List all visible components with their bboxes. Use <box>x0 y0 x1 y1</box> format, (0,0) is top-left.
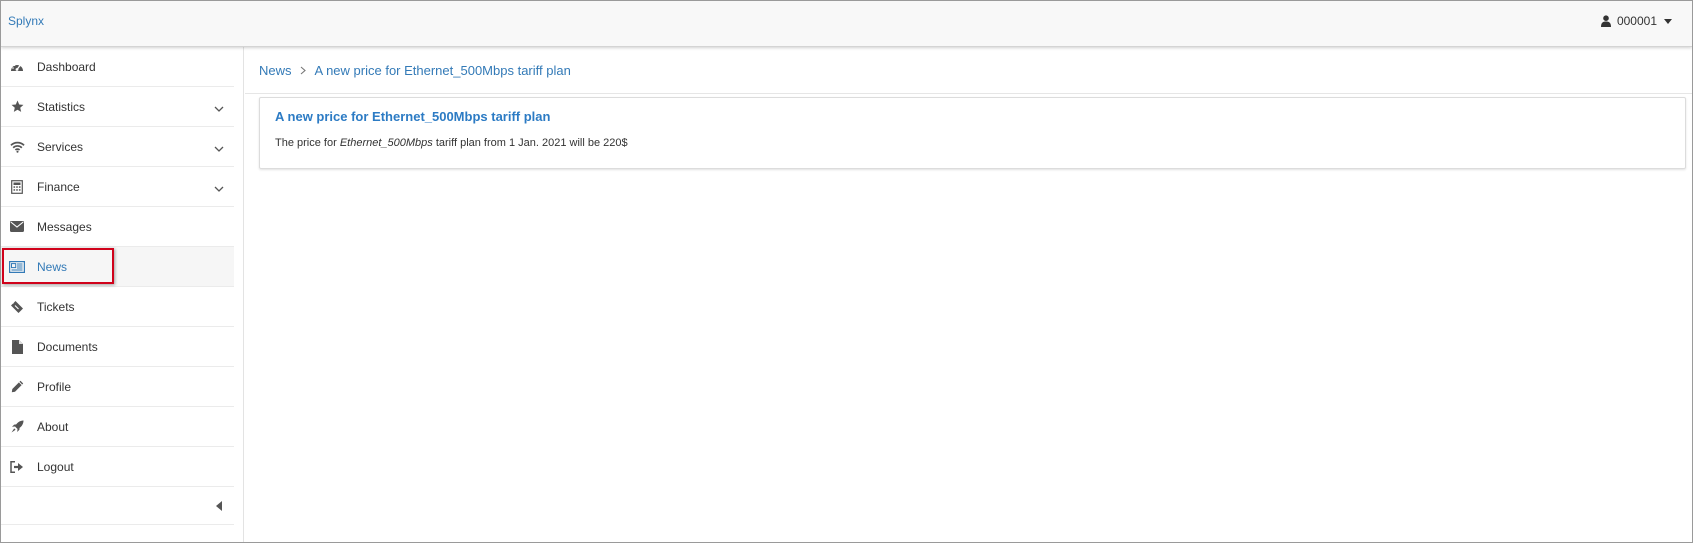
pencil-icon <box>9 379 25 395</box>
envelope-icon <box>9 219 25 235</box>
news-body: The price for Ethernet_500Mbps tariff pl… <box>275 137 1670 149</box>
news-card: A new price for Ethernet_500Mbps tariff … <box>259 97 1686 169</box>
sign-out-icon <box>9 459 25 475</box>
ticket-icon <box>9 299 25 315</box>
sidebar-menu: Dashboard Statistics Services Finance Me… <box>1 47 243 487</box>
brand-link[interactable]: Splynx <box>8 14 44 28</box>
sidebar-item-news[interactable]: News <box>1 247 234 287</box>
rocket-icon <box>9 419 25 435</box>
sidebar-item-tickets[interactable]: Tickets <box>1 287 234 327</box>
sidebar-item-label: Messages <box>37 219 92 234</box>
caret-down-icon <box>1664 18 1672 24</box>
sidebar-item-messages[interactable]: Messages <box>1 207 234 247</box>
breadcrumb-news-link[interactable]: News <box>259 63 292 78</box>
sidebar-item-label: Services <box>37 139 84 154</box>
chevron-down-icon[interactable] <box>214 101 224 116</box>
sidebar-item-label: Statistics <box>37 99 86 114</box>
star-icon <box>9 99 25 115</box>
app-window: Splynx 000001 Dashboard Statistics Servi… <box>0 0 1693 543</box>
top-navbar: Splynx 000001 <box>1 1 1692 47</box>
chevron-down-icon[interactable] <box>214 181 224 196</box>
chevron-down-icon[interactable] <box>214 141 224 156</box>
sidebar-item-label: Finance <box>37 179 80 194</box>
main-content: News A new price for Ethernet_500Mbps ta… <box>245 47 1692 542</box>
sidebar-item-label: Tickets <box>37 299 75 314</box>
sidebar-item-about[interactable]: About <box>1 407 234 447</box>
dashboard-icon <box>9 59 25 75</box>
user-icon <box>1600 15 1611 27</box>
user-menu-toggle[interactable]: 000001 <box>1600 14 1672 28</box>
sidebar-item-documents[interactable]: Documents <box>1 327 234 367</box>
sidebar-item-label: Profile <box>37 379 72 394</box>
sidebar-item-profile[interactable]: Profile <box>1 367 234 407</box>
calculator-icon <box>9 179 25 195</box>
breadcrumb-current[interactable]: A new price for Ethernet_500Mbps tariff … <box>315 63 571 78</box>
sidebar-collapse-button[interactable] <box>1 487 234 525</box>
sidebar-item-label: Logout <box>37 459 74 474</box>
sidebar-item-label: Dashboard <box>37 59 96 74</box>
news-title[interactable]: A new price for Ethernet_500Mbps tariff … <box>275 109 1670 124</box>
news-body-suffix: tariff plan from 1 Jan. 2021 will be 220… <box>432 137 628 149</box>
wifi-icon <box>9 139 25 155</box>
sidebar-item-services[interactable]: Services <box>1 127 234 167</box>
news-body-emphasis: Ethernet_500Mbps <box>339 137 433 149</box>
chevron-right-icon <box>300 66 306 75</box>
caret-left-icon <box>216 500 222 511</box>
newspaper-icon <box>9 259 25 275</box>
sidebar-item-label: News <box>37 259 68 274</box>
sidebar: Dashboard Statistics Services Finance Me… <box>1 47 244 542</box>
username-label: 000001 <box>1616 14 1657 28</box>
sidebar-item-logout[interactable]: Logout <box>1 447 234 487</box>
sidebar-item-finance[interactable]: Finance <box>1 167 234 207</box>
news-body-prefix: The price for <box>275 137 340 149</box>
document-icon <box>9 339 25 355</box>
breadcrumb: News A new price for Ethernet_500Mbps ta… <box>245 47 1692 94</box>
sidebar-item-dashboard[interactable]: Dashboard <box>1 47 234 87</box>
sidebar-item-label: Documents <box>37 339 98 354</box>
sidebar-item-statistics[interactable]: Statistics <box>1 87 234 127</box>
sidebar-item-label: About <box>37 419 69 434</box>
